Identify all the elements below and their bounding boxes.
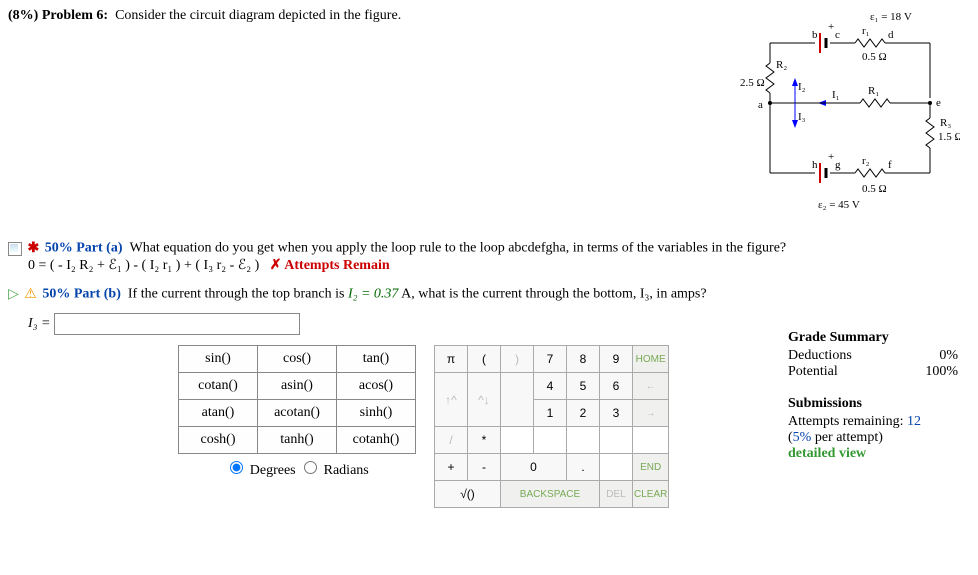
end-button[interactable]: END <box>633 454 669 481</box>
left-button[interactable]: ← <box>633 373 669 400</box>
i3-label: I₃ = <box>28 316 54 331</box>
minus-button[interactable]: - <box>468 454 501 481</box>
svg-text:I₃: I₃ <box>798 111 806 123</box>
svg-text:e: e <box>936 97 941 109</box>
grade-summary: Grade Summary Deductions0% Potential100%… <box>788 330 958 462</box>
radians-radio[interactable]: Radians <box>299 463 369 478</box>
part-b-q-pre: If the current through the top branch is <box>128 287 348 302</box>
num-7[interactable]: 7 <box>534 346 567 373</box>
circuit-figure: text{font-family:'Times New Roman',serif… <box>740 8 960 218</box>
svg-text:b: b <box>812 29 818 41</box>
part-a-title: 50% Part (a) <box>45 241 123 256</box>
num-5[interactable]: 5 <box>567 373 600 400</box>
grade-title: Grade Summary <box>788 330 958 346</box>
num-9[interactable]: 9 <box>600 346 633 373</box>
svg-text:I₂: I₂ <box>798 81 806 93</box>
svg-text:a: a <box>758 99 763 111</box>
sinh-button[interactable]: sinh() <box>337 400 416 427</box>
function-pad: sin()cos()tan() cotan()asin()acos() atan… <box>178 345 416 454</box>
num-3[interactable]: 3 <box>600 400 633 427</box>
plus-button[interactable]: + <box>435 454 468 481</box>
clear-button[interactable]: CLEAR <box>633 481 669 508</box>
part-b-given: I₂ = 0.37 <box>348 287 398 302</box>
part-b-q-post: A, what is the current through the botto… <box>398 287 706 302</box>
up-button[interactable]: ↑^ <box>435 373 468 427</box>
num-2[interactable]: 2 <box>567 400 600 427</box>
pi-button[interactable]: π <box>435 346 468 373</box>
multiply-button[interactable]: * <box>468 427 501 454</box>
down-button[interactable]: ^↓ <box>468 373 501 427</box>
number-pad: π ( ) 7 8 9 HOME ↑^ ^↓ 4 5 6 ← 1 2 3 → /… <box>434 345 669 508</box>
svg-text:1.5 Ω: 1.5 Ω <box>938 131 960 143</box>
divide-button[interactable]: / <box>435 427 468 454</box>
part-a: ✱ 50% Part (a) What equation do you get … <box>8 240 970 274</box>
cosh-button[interactable]: cosh() <box>179 427 258 454</box>
answer-input[interactable] <box>54 313 300 335</box>
num-4[interactable]: 4 <box>534 373 567 400</box>
svg-text:ε₂ = 45 V: ε₂ = 45 V <box>818 199 860 211</box>
part-a-answer: 0 = ( - I₂ R₂ + ℰ₁ ) - ( I₂ r₁ ) + ( I₃ … <box>28 258 259 273</box>
sqrt-button[interactable]: √() <box>435 481 501 508</box>
svg-text:+: + <box>828 151 834 163</box>
num-1[interactable]: 1 <box>534 400 567 427</box>
svg-text:2.5 Ω: 2.5 Ω <box>740 77 765 89</box>
num-6[interactable]: 6 <box>600 373 633 400</box>
submissions-title: Submissions <box>788 396 958 412</box>
detailed-view-link[interactable]: detailed view <box>788 446 958 462</box>
svg-text:f: f <box>888 159 892 171</box>
lparen-button[interactable]: ( <box>468 346 501 373</box>
acotan-button[interactable]: acotan() <box>258 400 337 427</box>
num-0[interactable]: 0 <box>501 454 567 481</box>
checkbox-icon <box>8 242 22 256</box>
tan-button[interactable]: tan() <box>337 346 416 373</box>
cotan-button[interactable]: cotan() <box>179 373 258 400</box>
svg-text:R₃: R₃ <box>940 117 951 129</box>
part-a-question: What equation do you get when you apply … <box>130 241 787 256</box>
home-button[interactable]: HOME <box>633 346 669 373</box>
atan-button[interactable]: atan() <box>179 400 258 427</box>
rparen-button[interactable]: ) <box>501 346 534 373</box>
x-icon: ✱ <box>28 240 40 257</box>
svg-text:R₁: R₁ <box>868 85 879 97</box>
degrees-radio[interactable]: Degrees <box>225 463 295 478</box>
problem-percent: (8%) <box>8 8 38 23</box>
svg-text:0.5 Ω: 0.5 Ω <box>862 183 887 195</box>
problem-text: Consider the circuit diagram depicted in… <box>115 8 401 23</box>
svg-text:r₁: r₁ <box>862 25 870 37</box>
part-b-title: 50% Part (b) <box>42 287 121 302</box>
svg-text:h: h <box>812 159 818 171</box>
svg-text:I₁: I₁ <box>832 89 840 101</box>
num-8[interactable]: 8 <box>567 346 600 373</box>
svg-text:c: c <box>835 29 840 41</box>
svg-text:r₂: r₂ <box>862 155 870 167</box>
problem-label: Problem 6: <box>42 8 108 23</box>
svg-text:R₂: R₂ <box>776 59 787 71</box>
attempts-count: 12 <box>907 414 921 429</box>
asin-button[interactable]: asin() <box>258 373 337 400</box>
cotanh-button[interactable]: cotanh() <box>337 427 416 454</box>
warning-icon: ⚠ <box>24 286 37 303</box>
part-b: ▷ ⚠ 50% Part (b) If the current through … <box>8 286 970 303</box>
play-icon: ▷ <box>8 286 19 303</box>
acos-button[interactable]: acos() <box>337 373 416 400</box>
dot-button[interactable]: . <box>567 454 600 481</box>
sin-button[interactable]: sin() <box>179 346 258 373</box>
del-button[interactable]: DEL <box>600 481 633 508</box>
tanh-button[interactable]: tanh() <box>258 427 337 454</box>
attempts-remain: ✗ Attempts Remain <box>270 258 390 273</box>
svg-text:ε₁ = 18 V: ε₁ = 18 V <box>870 11 912 23</box>
svg-text:0.5 Ω: 0.5 Ω <box>862 51 887 63</box>
backspace-button[interactable]: BACKSPACE <box>501 481 600 508</box>
right-button[interactable]: → <box>633 400 669 427</box>
svg-text:+: + <box>828 21 834 33</box>
cos-button[interactable]: cos() <box>258 346 337 373</box>
svg-text:g: g <box>835 159 841 171</box>
svg-text:d: d <box>888 29 894 41</box>
